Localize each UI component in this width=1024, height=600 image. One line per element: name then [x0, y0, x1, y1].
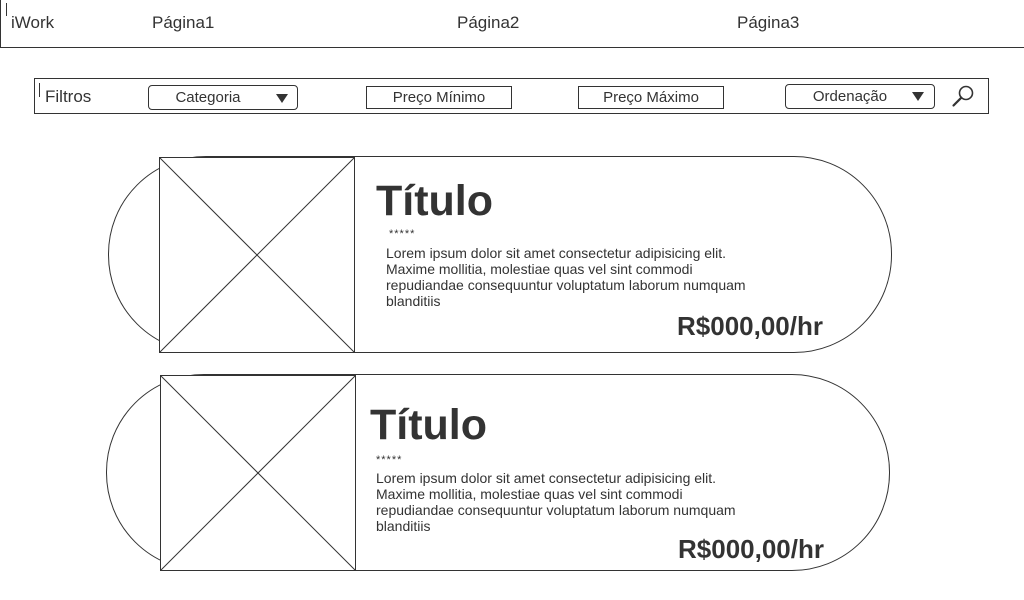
listing-card[interactable]: Título ***** Lorem ipsum dolor sit amet … [106, 374, 890, 571]
listing-card[interactable]: Título ***** Lorem ipsum dolor sit amet … [108, 156, 892, 353]
search-icon[interactable] [950, 83, 976, 109]
sort-dropdown[interactable]: Ordenação [785, 84, 935, 109]
listing-title: Título [370, 401, 488, 449]
listing-description: Lorem ipsum dolor sit amet consectetur a… [376, 470, 736, 534]
min-price-placeholder: Preço Mínimo [392, 89, 486, 106]
max-price-input[interactable]: Preço Máximo [578, 86, 724, 109]
listing-rating: ***** [376, 454, 403, 466]
listing-title: Título [376, 177, 494, 225]
text-cursor [6, 3, 7, 16]
listing-price: R$000,00/hr [678, 534, 824, 564]
chevron-down-icon [276, 94, 288, 103]
category-dropdown-value: Categoria [175, 89, 241, 106]
category-dropdown[interactable]: Categoria [148, 85, 298, 110]
top-navbar: iWork Página1 Página2 Página3 [0, 0, 1024, 48]
max-price-placeholder: Preço Máximo [603, 89, 699, 106]
image-placeholder-icon [159, 157, 355, 353]
brand-logo[interactable]: iWork [11, 13, 54, 33]
image-placeholder-icon [160, 375, 356, 571]
listing-price: R$000,00/hr [677, 311, 823, 341]
filter-bar: Filtros Categoria Preço Mínimo Preço Máx… [34, 78, 989, 114]
nav-link-pagina2[interactable]: Página2 [457, 13, 519, 33]
nav-link-pagina3[interactable]: Página3 [737, 13, 799, 33]
text-cursor [39, 83, 40, 97]
sort-dropdown-value: Ordenação [812, 88, 888, 105]
listing-rating: ***** [389, 228, 416, 240]
min-price-input[interactable]: Preço Mínimo [366, 86, 512, 109]
chevron-down-icon [912, 92, 924, 101]
listing-description: Lorem ipsum dolor sit amet consectetur a… [386, 245, 746, 309]
nav-link-pagina1[interactable]: Página1 [152, 13, 214, 33]
filters-label: Filtros [45, 87, 92, 106]
